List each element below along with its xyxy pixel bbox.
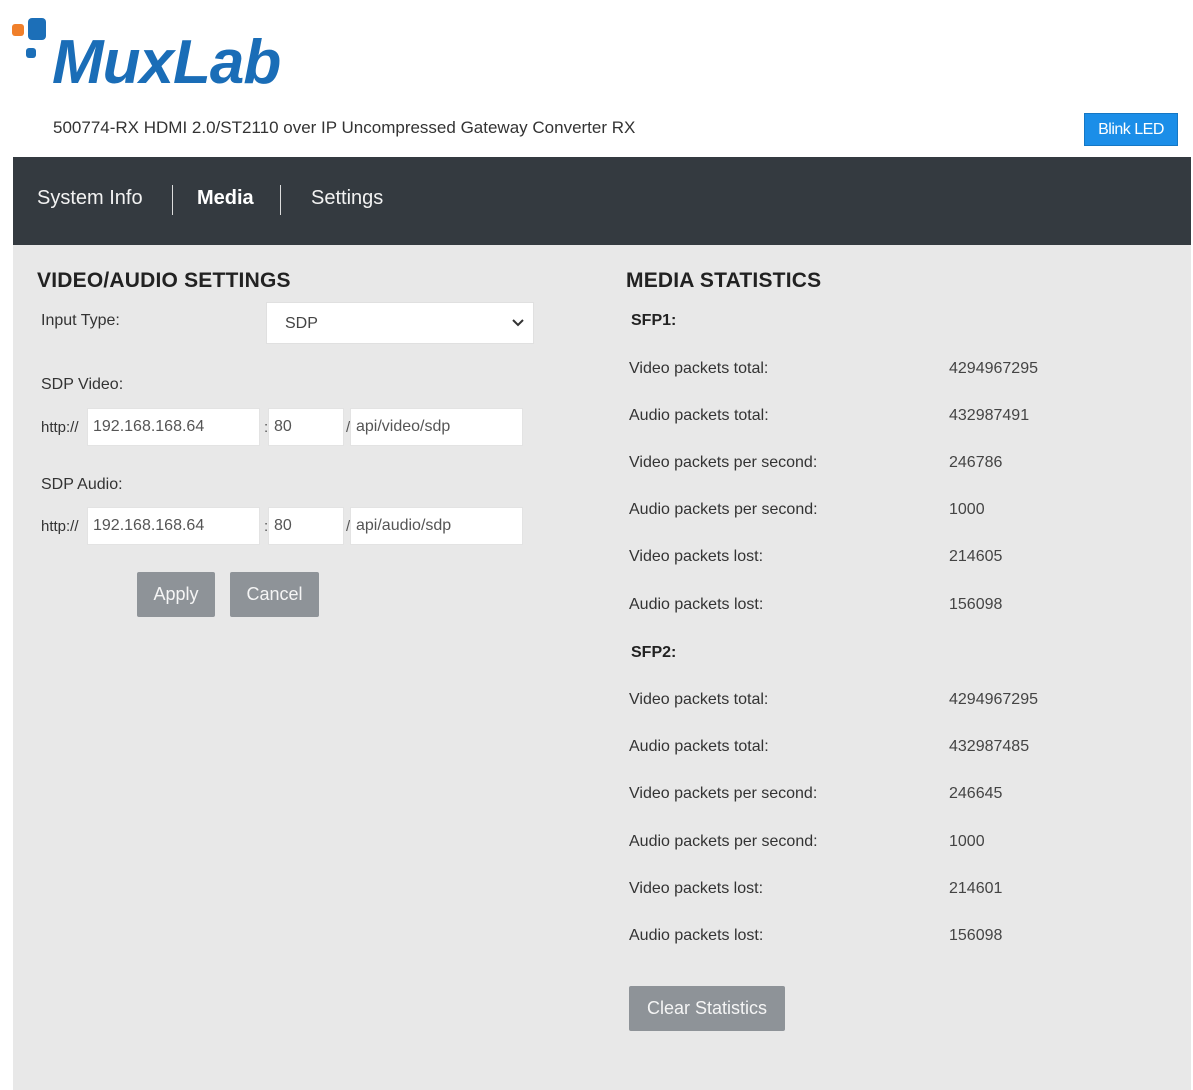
- stat-value: 246645: [949, 785, 1003, 802]
- stat-label: Audio packets lost:: [629, 927, 764, 944]
- sdp-video-path-input[interactable]: api/video/sdp: [350, 408, 523, 446]
- video-audio-settings-title: VIDEO/AUDIO SETTINGS: [37, 269, 291, 292]
- stat-label: Video packets lost:: [629, 548, 764, 565]
- sdp-video-prefix: http://: [41, 419, 79, 436]
- nav-divider: [172, 185, 173, 215]
- device-subtitle: 500774-RX HDMI 2.0/ST2110 over IP Uncomp…: [53, 118, 636, 137]
- stat-value: 214601: [949, 880, 1003, 897]
- stat-label: Video packets lost:: [629, 880, 764, 897]
- stat-label: Video packets per second:: [629, 785, 818, 802]
- stat-value: 156098: [949, 927, 1003, 944]
- apply-button[interactable]: Apply: [137, 572, 215, 617]
- stat-label: Video packets per second:: [629, 454, 818, 471]
- sfp1-title: SFP1:: [631, 312, 677, 329]
- stat-label: Audio packets total:: [629, 738, 769, 755]
- sdp-audio-host-input[interactable]: 192.168.168.64: [87, 507, 260, 545]
- media-content: VIDEO/AUDIO SETTINGS Input Type: SDP SDP…: [13, 245, 1191, 1090]
- stat-value: 214605: [949, 548, 1003, 565]
- tab-system-info[interactable]: System Info: [37, 187, 143, 210]
- input-type-select[interactable]: SDP: [266, 302, 534, 344]
- stat-value: 432987491: [949, 407, 1030, 424]
- clear-statistics-button[interactable]: Clear Statistics: [629, 986, 785, 1031]
- stat-label: Audio packets per second:: [629, 501, 818, 518]
- stat-value: 156098: [949, 596, 1003, 613]
- stat-label: Audio packets total:: [629, 407, 769, 424]
- top-nav: System Info Media Settings: [13, 157, 1191, 245]
- blink-led-button[interactable]: Blink LED: [1084, 113, 1178, 146]
- stat-value: 246786: [949, 454, 1003, 471]
- stat-label: Audio packets per second:: [629, 833, 818, 850]
- stat-label: Video packets total:: [629, 691, 769, 708]
- stat-value: 4294967295: [949, 360, 1038, 377]
- stat-value: 1000: [949, 833, 985, 850]
- sdp-audio-port-input[interactable]: 80: [268, 507, 344, 545]
- nav-divider: [280, 185, 281, 215]
- media-statistics-title: MEDIA STATISTICS: [626, 269, 822, 292]
- input-type-value: SDP: [285, 315, 318, 332]
- input-type-label: Input Type:: [41, 312, 120, 329]
- sdp-video-port-input[interactable]: 80: [268, 408, 344, 446]
- stat-value: 1000: [949, 501, 985, 518]
- sdp-video-host-input[interactable]: 192.168.168.64: [87, 408, 260, 446]
- muxlab-logo: MuxLab: [12, 18, 332, 114]
- stat-value: 432987485: [949, 738, 1030, 755]
- chevron-down-icon: [512, 319, 524, 327]
- sdp-audio-label: SDP Audio:: [41, 476, 123, 493]
- tab-media[interactable]: Media: [197, 187, 254, 210]
- stat-label: Audio packets lost:: [629, 596, 764, 613]
- logo-text: MuxLab: [52, 28, 281, 97]
- sdp-video-label: SDP Video:: [41, 376, 124, 393]
- tab-settings[interactable]: Settings: [311, 187, 383, 210]
- stat-value: 4294967295: [949, 691, 1038, 708]
- page: MuxLab 500774-RX HDMI 2.0/ST2110 over IP…: [0, 0, 1193, 1090]
- sfp2-title: SFP2:: [631, 644, 677, 661]
- sdp-audio-path-input[interactable]: api/audio/sdp: [350, 507, 523, 545]
- cancel-button[interactable]: Cancel: [230, 572, 319, 617]
- header: MuxLab 500774-RX HDMI 2.0/ST2110 over IP…: [0, 0, 1193, 157]
- sdp-audio-prefix: http://: [41, 518, 79, 535]
- stat-label: Video packets total:: [629, 360, 769, 377]
